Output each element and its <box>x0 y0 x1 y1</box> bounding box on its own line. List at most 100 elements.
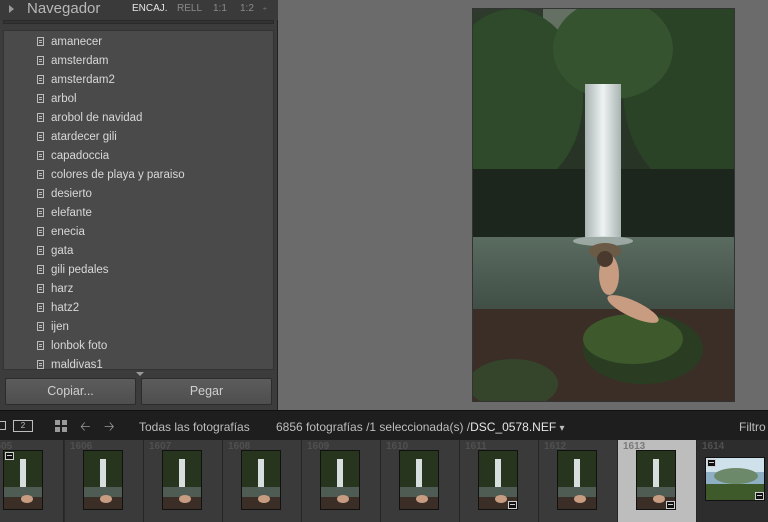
folder-item[interactable]: amsterdam <box>4 52 273 71</box>
waterfall-photo-image <box>473 9 734 401</box>
thumbnail[interactable] <box>557 450 597 510</box>
folder-label: lonbok foto <box>51 340 108 352</box>
folder-item[interactable]: maldivas1 <box>4 356 273 369</box>
thumbnail[interactable] <box>399 450 439 510</box>
folder-icon <box>37 360 44 369</box>
edited-badge-icon <box>666 501 675 509</box>
copy-button[interactable]: Copiar... <box>5 378 136 405</box>
folder-icon <box>37 303 44 312</box>
folder-label: gata <box>51 245 74 257</box>
source-label[interactable]: Todas las fotografías <box>139 420 250 434</box>
arrow-left-icon[interactable]: 🡠 <box>80 418 91 440</box>
primary-display-icon[interactable] <box>0 421 6 430</box>
folder-item[interactable]: enecia <box>4 223 273 242</box>
chevron-down-icon[interactable]: ▾ <box>560 423 565 434</box>
folder-label: arbol <box>51 93 77 105</box>
folder-label: gili pedales <box>51 264 109 276</box>
folder-item[interactable]: harz <box>4 280 273 299</box>
navigator-preview[interactable] <box>3 20 274 24</box>
zoom-fill-option[interactable]: RELL <box>177 3 202 15</box>
folder-item[interactable]: amsterdam2 <box>4 71 273 90</box>
filmstrip-cell-selected[interactable]: 1613 <box>618 440 697 522</box>
folder-icon <box>37 113 44 122</box>
cell-index: 1614 <box>702 441 725 452</box>
waterfall-thumbnail-image <box>321 451 359 509</box>
filmstrip-cell[interactable]: 1614 <box>697 440 768 522</box>
folder-item[interactable]: arobol de navidad <box>4 109 273 128</box>
folder-item[interactable]: colores de playa y paraiso <box>4 166 273 185</box>
folder-label: atardecer gili <box>51 131 117 143</box>
folder-item[interactable]: atardecer gili <box>4 128 273 147</box>
main-photo[interactable] <box>472 8 735 402</box>
photo-count: 6856 fotografías /1 seleccionada(s) /DSC… <box>276 420 565 436</box>
folder-icon <box>37 151 44 160</box>
folder-label: hatz2 <box>51 302 80 314</box>
folder-label: harz <box>51 283 74 295</box>
thumbnail[interactable] <box>320 450 360 510</box>
zoom-fit-option[interactable]: ENCAJ. <box>132 3 168 15</box>
folder-icon <box>37 322 44 331</box>
filmstrip-cell[interactable]: 1612 <box>539 440 618 522</box>
folder-label: colores de playa y paraiso <box>51 169 185 181</box>
folder-item[interactable]: ijen <box>4 318 273 337</box>
waterfall-thumbnail-image <box>558 451 596 509</box>
folder-icon <box>37 246 44 255</box>
grid-view-icon[interactable] <box>55 420 67 432</box>
left-panel: Navegador ENCAJ. RELL 1:1 1:2 ÷ amanecer… <box>0 0 278 410</box>
collapse-triangle-icon[interactable] <box>9 5 14 13</box>
folder-label: amsterdam <box>51 55 109 67</box>
folder-item[interactable]: gata <box>4 242 273 261</box>
filmstrip-cell[interactable]: 1606 <box>65 440 144 522</box>
folder-item[interactable]: desierto <box>4 185 273 204</box>
filmstrip-cell[interactable]: 1608 <box>223 440 302 522</box>
waterfall-thumbnail-image <box>84 451 122 509</box>
filmstrip-cell[interactable]: 1605 <box>0 440 64 522</box>
count-text: 6856 fotografías /1 seleccionada(s) / <box>276 420 471 434</box>
folder-label: arobol de navidad <box>51 112 143 124</box>
thumbnail[interactable] <box>636 450 676 510</box>
folder-item[interactable]: arbol <box>4 90 273 109</box>
folder-label: elefante <box>51 207 92 219</box>
folder-item[interactable]: lonbok foto <box>4 337 273 356</box>
folder-icon <box>37 94 44 103</box>
folder-icon <box>37 132 44 141</box>
secondary-display-icon[interactable]: 2 <box>13 420 33 432</box>
folder-label: amanecer <box>51 36 103 48</box>
folder-label: ijen <box>51 321 69 333</box>
zoom-1-1-option[interactable]: 1:1 <box>213 3 227 15</box>
filmstrip-cell[interactable]: 1607 <box>144 440 223 522</box>
metadata-badge-icon <box>5 452 14 460</box>
navigator-header[interactable]: Navegador ENCAJ. RELL 1:1 1:2 ÷ <box>0 0 278 20</box>
folder-item[interactable]: hatz2 <box>4 299 273 318</box>
arrow-right-icon[interactable]: 🡢 <box>104 418 115 440</box>
thumbnail[interactable] <box>3 450 43 510</box>
thumbnail[interactable] <box>83 450 123 510</box>
thumbnail[interactable] <box>705 457 765 501</box>
waterfall-thumbnail-image <box>400 451 438 509</box>
filmstrip[interactable]: 1605 1606 1607 1608 1609 <box>0 440 768 522</box>
waterfall-thumbnail-image <box>163 451 201 509</box>
panel-end-triangle-icon[interactable] <box>136 372 144 376</box>
filmstrip-toolbar: 2 🡠 🡢 Todas las fotografías 6856 fotogra… <box>0 410 768 440</box>
edited-badge-icon <box>508 501 517 509</box>
filmstrip-cell[interactable]: 1611 <box>460 440 539 522</box>
zoom-1-2-option[interactable]: 1:2 <box>240 3 254 15</box>
folder-item[interactable]: capadoccia <box>4 147 273 166</box>
filename: DSC_0578.NEF <box>470 420 557 434</box>
folder-icon <box>37 56 44 65</box>
zoom-more-arrows-icon[interactable]: ÷ <box>263 4 267 16</box>
filmstrip-cell[interactable]: 1609 <box>302 440 381 522</box>
thumbnail[interactable] <box>241 450 281 510</box>
filter-label[interactable]: Filtro <box>739 420 766 434</box>
filmstrip-cell[interactable]: 1610 <box>381 440 460 522</box>
folder-item[interactable]: amanecer <box>4 33 273 52</box>
thumbnail[interactable] <box>162 450 202 510</box>
waterfall-thumbnail-image <box>242 451 280 509</box>
thumbnail[interactable] <box>478 450 518 510</box>
lightroom-window: Navegador ENCAJ. RELL 1:1 1:2 ÷ amanecer… <box>0 0 768 522</box>
folder-item[interactable]: elefante <box>4 204 273 223</box>
folder-list[interactable]: amanecer amsterdam amsterdam2 arbol arob… <box>3 30 274 370</box>
paste-button[interactable]: Pegar <box>141 378 272 405</box>
folder-item[interactable]: gili pedales <box>4 261 273 280</box>
metadata-badge-icon <box>707 459 716 467</box>
